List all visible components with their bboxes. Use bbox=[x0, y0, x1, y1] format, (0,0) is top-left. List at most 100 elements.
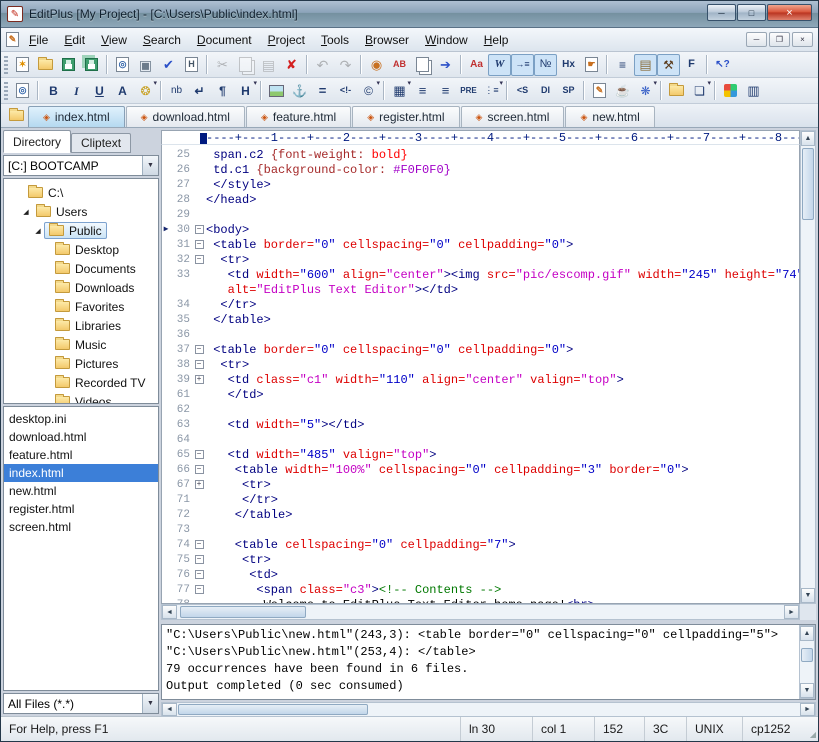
tab-screen.html[interactable]: ◈screen.html bbox=[461, 106, 565, 127]
nbsp-button[interactable]: nb bbox=[165, 80, 188, 102]
save-all-button[interactable] bbox=[80, 54, 103, 76]
tab-cliptext[interactable]: Cliptext bbox=[71, 133, 131, 153]
coffee-script-button[interactable]: ☕ bbox=[611, 80, 634, 102]
menu-window[interactable]: Window bbox=[417, 30, 476, 50]
tree-item-downloads[interactable]: Downloads bbox=[4, 278, 158, 297]
code-line-67[interactable]: 67+ <tr> bbox=[162, 477, 799, 492]
menu-help[interactable]: Help bbox=[476, 30, 517, 50]
menu-search[interactable]: Search bbox=[135, 30, 189, 50]
code-line-78[interactable]: 78 Welcome to EditPlus Text Editor home … bbox=[162, 597, 799, 604]
expand-arrow-icon[interactable]: ◢ bbox=[32, 227, 44, 235]
comment-button[interactable]: <!- bbox=[334, 80, 357, 102]
file-screen.html[interactable]: screen.html bbox=[4, 518, 158, 536]
code-line-75[interactable]: 75− <tr> bbox=[162, 552, 799, 567]
word-wrap-button[interactable]: W bbox=[488, 54, 511, 76]
fold-expand-icon[interactable]: + bbox=[195, 375, 204, 384]
code-line-66[interactable]: 66− <table width="100%" cellspacing="0" … bbox=[162, 462, 799, 477]
drive-selector[interactable]: [C:] BOOTCAMP ▼ bbox=[3, 155, 159, 176]
print-preview-button[interactable]: ◎ bbox=[111, 54, 134, 76]
file-desktop.ini[interactable]: desktop.ini bbox=[4, 410, 158, 428]
tree-item-music[interactable]: Music bbox=[4, 335, 158, 354]
heading-button[interactable]: H▾ bbox=[234, 80, 257, 102]
windows-colors-button[interactable] bbox=[719, 80, 742, 102]
toolbar-grip[interactable] bbox=[4, 82, 8, 100]
editor-vertical-scrollbar[interactable]: ▲ ▼ bbox=[800, 130, 816, 604]
tab-feature.html[interactable]: ◈feature.html bbox=[246, 106, 351, 127]
output-window-button[interactable]: ⚒ bbox=[657, 54, 680, 76]
file-download.html[interactable]: download.html bbox=[4, 428, 158, 446]
paragraph-button[interactable]: ¶ bbox=[211, 80, 234, 102]
code-line-34[interactable]: 34 </tr> bbox=[162, 297, 799, 312]
fold-collapse-icon[interactable]: − bbox=[195, 345, 204, 354]
code-line-74[interactable]: 74− <table cellspacing="0" cellpadding="… bbox=[162, 537, 799, 552]
fold-collapse-icon[interactable]: − bbox=[195, 255, 204, 264]
fold-collapse-icon[interactable]: − bbox=[195, 240, 204, 249]
align-center-button[interactable]: ≡ bbox=[411, 80, 434, 102]
resize-grip[interactable]: ◢ bbox=[804, 717, 818, 741]
fold-expand-icon[interactable]: + bbox=[195, 480, 204, 489]
delete-button[interactable]: ✘ bbox=[280, 54, 303, 76]
code-line-31[interactable]: 31− <table border="0" cellspacing="0" ce… bbox=[162, 237, 799, 252]
code-line-32[interactable]: 32− <tr> bbox=[162, 252, 799, 267]
file-register.html[interactable]: register.html bbox=[4, 500, 158, 518]
fullscreen-button[interactable]: F bbox=[680, 54, 703, 76]
save-button[interactable] bbox=[57, 54, 80, 76]
tree-item-desktop[interactable]: Desktop bbox=[4, 240, 158, 259]
scroll-down-button[interactable]: ▼ bbox=[800, 683, 814, 698]
special-character-button[interactable]: ©▾ bbox=[357, 80, 380, 102]
tree-item-videos[interactable]: Videos bbox=[4, 392, 158, 404]
fold-collapse-icon[interactable]: − bbox=[195, 540, 204, 549]
frame-button[interactable]: ❏▾ bbox=[688, 80, 711, 102]
objects-button[interactable]: ❋▾ bbox=[634, 80, 657, 102]
tab-directory[interactable]: Directory bbox=[3, 130, 71, 153]
hex-viewer-button[interactable]: Hx bbox=[557, 54, 580, 76]
toolbar-grip[interactable] bbox=[4, 56, 8, 74]
file-filter-selector[interactable]: All Files (*.*) ▼ bbox=[3, 693, 159, 714]
scrollbar-thumb[interactable] bbox=[178, 704, 368, 715]
view-in-browser-button[interactable]: ◎ bbox=[11, 80, 34, 102]
maximize-button[interactable]: □ bbox=[737, 4, 766, 21]
menu-file[interactable]: File bbox=[21, 30, 56, 50]
scroll-up-button[interactable]: ▲ bbox=[801, 131, 815, 146]
fold-collapse-icon[interactable]: − bbox=[195, 585, 204, 594]
scroll-left-button[interactable]: ◄ bbox=[162, 703, 177, 716]
tree-item-pictures[interactable]: Pictures bbox=[4, 354, 158, 373]
fold-collapse-icon[interactable]: − bbox=[195, 555, 204, 564]
goto-line-button[interactable]: ➔ bbox=[434, 54, 457, 76]
cliptext-window-button[interactable]: ≡ bbox=[611, 54, 634, 76]
anchor-button[interactable]: ⚓ bbox=[288, 80, 311, 102]
dropdown-arrow-icon[interactable]: ▼ bbox=[142, 156, 158, 175]
spell-check-button[interactable]: ✔ bbox=[157, 54, 180, 76]
fold-collapse-icon[interactable]: − bbox=[195, 450, 204, 459]
code-line-72[interactable]: 72 </table> bbox=[162, 507, 799, 522]
tab-register.html[interactable]: ◈register.html bbox=[352, 106, 459, 127]
code-line-62[interactable]: 62 bbox=[162, 402, 799, 417]
directory-window-button[interactable]: ▤ bbox=[634, 54, 657, 76]
list-button[interactable]: ⋮≡▾ bbox=[480, 80, 503, 102]
menu-browser[interactable]: Browser bbox=[357, 30, 417, 50]
tree-item-c[interactable]: C:\ bbox=[4, 183, 158, 202]
tab-index.html[interactable]: ◈index.html bbox=[28, 106, 125, 127]
code-line-73[interactable]: 73 bbox=[162, 522, 799, 537]
tree-item-documents[interactable]: Documents bbox=[4, 259, 158, 278]
align-right-button[interactable]: ≡ bbox=[434, 80, 457, 102]
mdi-restore-button[interactable]: ❐ bbox=[769, 32, 790, 47]
find-button[interactable]: ◉ bbox=[365, 54, 388, 76]
scroll-right-button[interactable]: ► bbox=[784, 605, 799, 619]
code-line-30[interactable]: ▶30−<body> bbox=[162, 222, 799, 237]
replace-button[interactable]: AB bbox=[388, 54, 411, 76]
code-line-25[interactable]: 25 span.c2 {font-weight: bold} bbox=[162, 147, 799, 162]
print-button[interactable]: ▣ bbox=[134, 54, 157, 76]
tree-item-users[interactable]: ◢Users bbox=[4, 202, 158, 221]
code-line-63[interactable]: 63 <td width="5"></td> bbox=[162, 417, 799, 432]
fold-collapse-icon[interactable]: − bbox=[195, 225, 204, 234]
font-button[interactable]: A bbox=[111, 80, 134, 102]
fold-collapse-icon[interactable]: − bbox=[195, 360, 204, 369]
tree-item-libraries[interactable]: Libraries bbox=[4, 316, 158, 335]
strikeout-button[interactable]: <S bbox=[511, 80, 534, 102]
scrollbar-thumb[interactable] bbox=[801, 648, 813, 662]
scroll-down-button[interactable]: ▼ bbox=[801, 588, 815, 603]
tree-item-favorites[interactable]: Favorites bbox=[4, 297, 158, 316]
html-document-button[interactable]: H bbox=[180, 54, 203, 76]
editor-horizontal-scrollbar[interactable]: ◄ ► bbox=[161, 604, 800, 620]
